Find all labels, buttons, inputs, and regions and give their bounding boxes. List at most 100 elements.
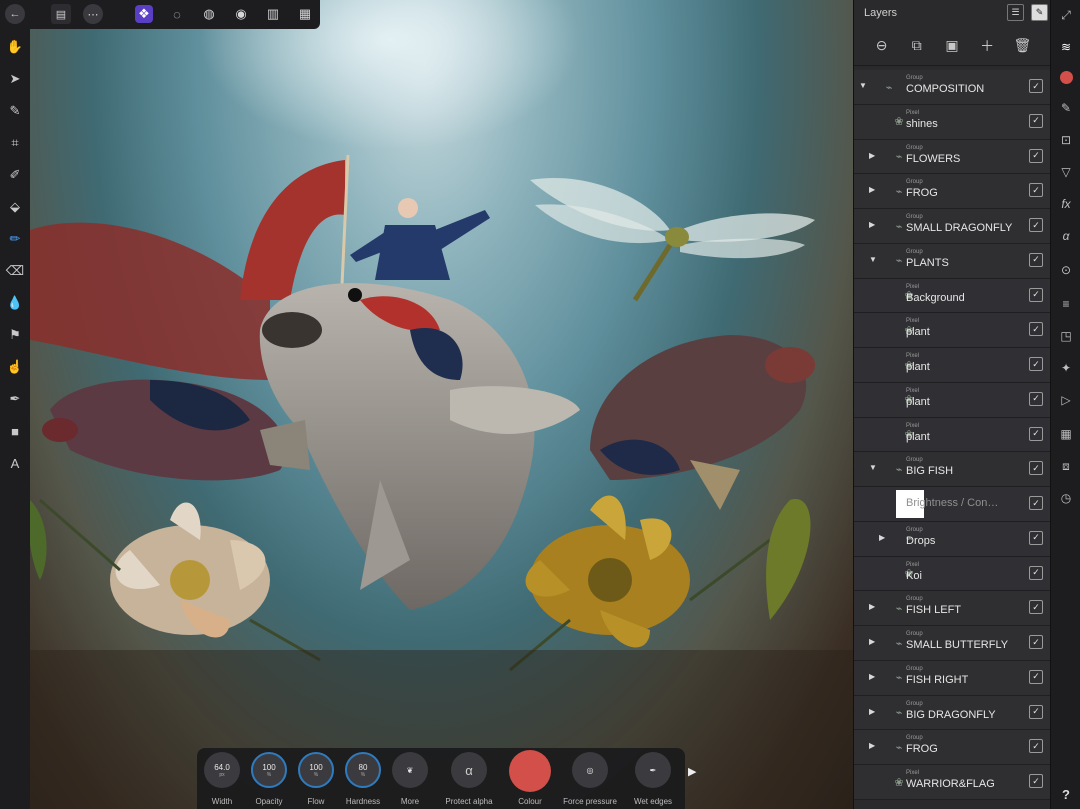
layer-row[interactable]: ▶ ⌁ Group FISH RIGHT ✓ (854, 660, 1051, 696)
erase-brush-icon[interactable]: ⌫ (5, 261, 25, 281)
layer-row[interactable]: ▼ ⌁ Group BIG FISH ✓ (854, 452, 1051, 487)
layer-visibility-checkbox[interactable]: ✓ (1029, 496, 1043, 510)
layer-row[interactable]: ❀ Pixel plant ✓ (854, 313, 1051, 348)
layer-row[interactable]: ▶ ⌁ Group FISH LEFT ✓ (854, 591, 1051, 626)
layer-visibility-checkbox[interactable]: ✓ (1029, 565, 1043, 580)
export-persona-icon[interactable]: ▦ (296, 5, 314, 23)
paint-brush-icon[interactable]: ✏ (5, 229, 25, 249)
smudge-icon[interactable]: ☝ (5, 357, 25, 377)
navigator-studio-icon[interactable]: ⊡ (1056, 130, 1076, 150)
selection-brush-icon[interactable]: ✐ (5, 165, 25, 185)
layer-row[interactable]: ▼ ⌁ Group COMPOSITION ✓ (854, 70, 1051, 105)
layer-row[interactable]: ❀ Pixel WARRIOR&FLAG ✓ (854, 765, 1051, 800)
document-icon[interactable]: ▤ (51, 4, 71, 24)
colour-control[interactable]: Colour (506, 750, 554, 809)
help-icon[interactable]: ? (1056, 784, 1076, 804)
expand-arrow-icon[interactable]: ▶ (869, 151, 879, 161)
layer-visibility-checkbox[interactable]: ✓ (1029, 426, 1043, 441)
layer-visibility-checkbox[interactable]: ✓ (1029, 148, 1043, 163)
clone-brush-icon[interactable]: ⚑ (5, 325, 25, 345)
pen-tool-icon[interactable]: ✒ (5, 389, 25, 409)
panel-menu-icon[interactable]: ☰ (1007, 4, 1024, 21)
layer-visibility-checkbox[interactable]: ✓ (1029, 391, 1043, 406)
add-layer-icon[interactable]: ＋ (977, 36, 997, 56)
layer-visibility-checkbox[interactable]: ✓ (1029, 287, 1043, 302)
text-tool-icon[interactable]: A (5, 453, 25, 473)
protect-alpha-control[interactable]: α Protect alpha (445, 752, 493, 809)
channels-studio-icon[interactable]: α (1056, 226, 1076, 246)
expand-arrow-icon[interactable]: ▶ (869, 741, 879, 751)
layer-visibility-checkbox[interactable]: ✓ (1029, 357, 1043, 371)
layer-visibility-checkbox[interactable]: ✓ (1029, 461, 1043, 476)
expand-arrow-icon[interactable]: ▶ (869, 637, 879, 647)
more-control[interactable]: ❦ More (389, 752, 431, 809)
wet-edges-control[interactable]: ✒ Wet edges (632, 752, 674, 809)
layer-visibility-checkbox[interactable]: ✓ (1029, 183, 1043, 198)
layer-visibility-checkbox[interactable]: ✓ (1029, 774, 1043, 788)
tone-mapping-persona-icon[interactable]: ▥ (264, 5, 282, 23)
photo-persona-icon[interactable]: ❖ (135, 5, 153, 23)
selection-persona-icon[interactable]: ◌ (168, 5, 186, 23)
sources-studio-icon[interactable]: ◳ (1056, 326, 1076, 346)
more-options-icon[interactable]: ⋯ (83, 4, 103, 24)
layer-visibility-checkbox[interactable]: ✓ (1029, 252, 1043, 267)
layer-row[interactable]: ❀ Pixel shines ✓ (854, 104, 1051, 140)
macro-studio-icon[interactable]: ▷ (1056, 390, 1076, 410)
group-layers-icon[interactable]: ⧉ (907, 36, 927, 56)
expand-arrow-icon[interactable]: ▶ (879, 533, 889, 543)
expand-toolbar-icon[interactable]: ▶ (688, 765, 696, 778)
layer-visibility-checkbox[interactable]: ✓ (1029, 669, 1043, 684)
transform-studio-icon[interactable]: ≡ (1056, 294, 1076, 314)
hand-tool-icon[interactable]: ✋ (5, 37, 25, 57)
adjustments-studio-icon[interactable]: ▽ (1056, 162, 1076, 182)
colour-studio-icon[interactable] (1056, 67, 1076, 87)
expand-arrow-icon[interactable]: ▶ (869, 672, 879, 682)
color-picker-tool-icon[interactable]: ✎ (5, 101, 25, 121)
info-studio-icon[interactable]: ⧈ (1056, 456, 1076, 476)
stock-studio-icon[interactable]: ✦ (1056, 358, 1076, 378)
develop-persona-icon[interactable]: ◉ (232, 5, 250, 23)
layer-options-icon[interactable]: ⊖ (872, 36, 892, 56)
liquify-persona-icon[interactable]: ◍ (200, 5, 218, 23)
shape-tool-icon[interactable]: ■ (5, 421, 25, 441)
layer-row[interactable]: ▶ ⌁ Group BIG DRAGONFLY ✓ (854, 695, 1051, 731)
effects-studio-icon[interactable]: fx (1056, 194, 1076, 214)
collapse-arrow-icon[interactable]: ▼ (869, 463, 879, 473)
history-studio-icon[interactable]: ◷ (1056, 488, 1076, 508)
expand-arrow-icon[interactable]: ▶ (869, 220, 879, 230)
layer-visibility-checkbox[interactable]: ✓ (1029, 79, 1043, 93)
document-canvas[interactable] (30, 0, 853, 809)
layer-visibility-checkbox[interactable]: ✓ (1029, 113, 1043, 128)
collapse-arrow-icon[interactable]: ▼ (859, 81, 869, 91)
layer-row[interactable]: ▶ ⌁ Group Drops ✓ (854, 521, 1051, 557)
fullscreen-icon[interactable]: ⤢ (1056, 5, 1076, 25)
layer-row[interactable]: ▶ ⌁ Group FROG ✓ (854, 730, 1051, 765)
expand-arrow-icon[interactable]: ▶ (869, 707, 879, 717)
layer-row[interactable]: ❀ Pixel plant ✓ (854, 382, 1051, 418)
snapshot-studio-icon[interactable]: ⊙ (1056, 260, 1076, 280)
back-icon[interactable]: ← (5, 4, 25, 24)
layer-visibility-checkbox[interactable]: ✓ (1029, 739, 1043, 754)
layers-studio-icon[interactable]: ≋ (1056, 37, 1076, 57)
delete-layer-icon[interactable]: 🗑 (1012, 36, 1032, 56)
layer-row[interactable]: ❀ Pixel Background ✓ (854, 278, 1051, 314)
brush-preview-icon[interactable]: ✎ (1031, 4, 1048, 21)
layer-row[interactable]: ❀ Pixel Koi ✓ (854, 556, 1051, 592)
layer-row[interactable]: ▶ ⌁ Group FLOWERS ✓ (854, 139, 1051, 175)
layer-row[interactable]: ▶ ⌁ Group SMALL DRAGONFLY ✓ (854, 209, 1051, 244)
layer-row[interactable]: ❀ Pixel plant ✓ (854, 348, 1051, 383)
layer-visibility-checkbox[interactable]: ✓ (1029, 704, 1043, 719)
brushes-studio-icon[interactable]: ✎ (1056, 98, 1076, 118)
crop-tool-icon[interactable]: ⌗ (5, 133, 25, 153)
collapse-arrow-icon[interactable]: ▼ (869, 255, 879, 265)
layer-row[interactable]: ▶ ⌁ Group SMALL BUTTERFLY ✓ (854, 626, 1051, 661)
layer-row[interactable]: ❀ Pixel plant ✓ (854, 417, 1051, 453)
layer-visibility-checkbox[interactable]: ✓ (1029, 530, 1043, 545)
layer-row[interactable]: ▼ ⌁ Group PLANTS ✓ (854, 243, 1051, 279)
layer-row[interactable]: Brightness / Con… ✓ (854, 487, 1051, 522)
force-pressure-control[interactable]: ◎ Force pressure (563, 752, 617, 809)
move-tool-icon[interactable]: ➤ (5, 69, 25, 89)
expand-arrow-icon[interactable]: ▶ (869, 185, 879, 195)
layer-visibility-checkbox[interactable]: ✓ (1029, 322, 1043, 337)
mask-layer-icon[interactable]: ▣ (942, 36, 962, 56)
